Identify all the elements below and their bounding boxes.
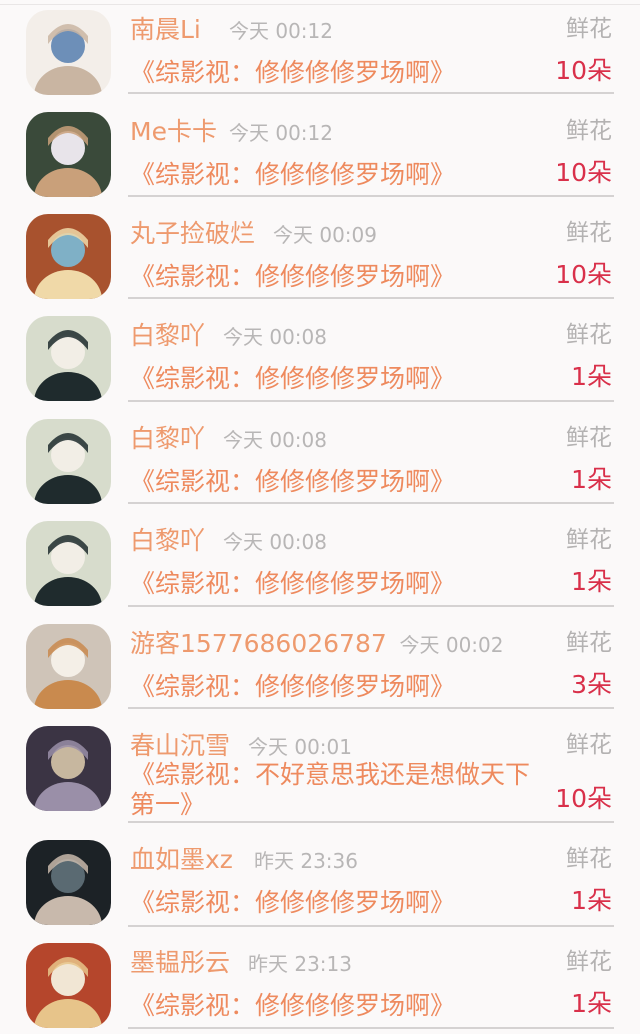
user-name[interactable]: 白黎吖 [130, 321, 205, 351]
user-name[interactable]: 丸子捡破烂 [130, 219, 255, 249]
book-title-link[interactable]: 《综影视：修修修修罗场啊》 [130, 160, 560, 190]
gift-count: 1朵 [571, 362, 612, 391]
row-divider [128, 502, 614, 504]
user-name[interactable]: 墨韫彤云 [130, 948, 230, 978]
row-divider [128, 925, 614, 927]
user-name[interactable]: 血如墨xz [130, 845, 233, 875]
row-divider [128, 400, 614, 402]
row-divider [128, 821, 614, 823]
gift-count: 3朵 [571, 670, 612, 699]
user-avatar[interactable] [26, 943, 111, 1028]
book-title-link[interactable]: 《综影视：修修修修罗场啊》 [130, 569, 560, 599]
gift-type-label: 鲜花 [566, 118, 612, 144]
row-divider [128, 605, 614, 607]
gift-time: 今天 00:01 [248, 735, 352, 759]
gift-type-label: 鲜花 [566, 425, 612, 451]
user-avatar[interactable] [26, 419, 111, 504]
gift-count: 10朵 [555, 260, 612, 289]
gift-type-label: 鲜花 [566, 322, 612, 348]
row-divider [128, 92, 614, 94]
row-divider [128, 707, 614, 709]
gift-type-label: 鲜花 [566, 16, 612, 42]
gift-count: 1朵 [571, 886, 612, 915]
gift-time: 今天 00:08 [223, 530, 327, 554]
book-title-link[interactable]: 《综影视：修修修修罗场啊》 [130, 58, 560, 88]
gift-count: 10朵 [555, 158, 612, 187]
row-divider [128, 1027, 614, 1029]
gift-type-label: 鲜花 [566, 220, 612, 246]
book-title-link[interactable]: 《综影视：修修修修罗场啊》 [130, 672, 560, 702]
gift-type-label: 鲜花 [566, 732, 612, 758]
user-name[interactable]: Me卡卡 [130, 117, 217, 147]
gift-count: 10朵 [555, 56, 612, 85]
book-title-link[interactable]: 《综影视：修修修修罗场啊》 [130, 888, 560, 918]
user-avatar[interactable] [26, 112, 111, 197]
user-name[interactable]: 南晨Li [130, 15, 201, 45]
gift-count: 1朵 [571, 567, 612, 596]
user-avatar[interactable] [26, 840, 111, 925]
user-avatar[interactable] [26, 214, 111, 299]
row-divider [128, 297, 614, 299]
gift-time: 昨天 23:13 [248, 952, 352, 976]
book-title-link[interactable]: 《综影视：修修修修罗场啊》 [130, 467, 560, 497]
gift-time: 昨天 23:36 [254, 849, 358, 873]
gift-time: 今天 00:08 [223, 428, 327, 452]
gift-time: 今天 00:12 [229, 19, 333, 43]
book-title-link[interactable]: 《综影视：修修修修罗场啊》 [130, 262, 560, 292]
gift-time: 今天 00:12 [229, 121, 333, 145]
user-name[interactable]: 白黎吖 [130, 526, 205, 556]
gift-count: 10朵 [555, 784, 612, 813]
gift-count: 1朵 [571, 989, 612, 1018]
gift-type-label: 鲜花 [566, 527, 612, 553]
gift-count: 1朵 [571, 465, 612, 494]
user-avatar[interactable] [26, 726, 111, 811]
user-avatar[interactable] [26, 624, 111, 709]
row-divider [128, 195, 614, 197]
user-avatar[interactable] [26, 10, 111, 95]
top-divider [0, 4, 640, 5]
user-name[interactable]: 白黎吖 [130, 424, 205, 454]
book-title-link[interactable]: 《综影视：修修修修罗场啊》 [130, 991, 560, 1021]
gift-type-label: 鲜花 [566, 949, 612, 975]
user-name[interactable]: 游客1577686026787 [130, 629, 387, 659]
gift-time: 今天 00:02 [399, 633, 504, 657]
gift-time: 今天 00:08 [223, 325, 327, 349]
book-title-link[interactable]: 《综影视：不好意思我还是想做天下第一》 [130, 760, 545, 820]
user-name[interactable]: 春山沉雪 [130, 731, 230, 761]
book-title-link[interactable]: 《综影视：修修修修罗场啊》 [130, 364, 560, 394]
gift-type-label: 鲜花 [566, 630, 612, 656]
user-avatar[interactable] [26, 521, 111, 606]
user-avatar[interactable] [26, 316, 111, 401]
gift-type-label: 鲜花 [566, 846, 612, 872]
gift-time: 今天 00:09 [273, 223, 377, 247]
